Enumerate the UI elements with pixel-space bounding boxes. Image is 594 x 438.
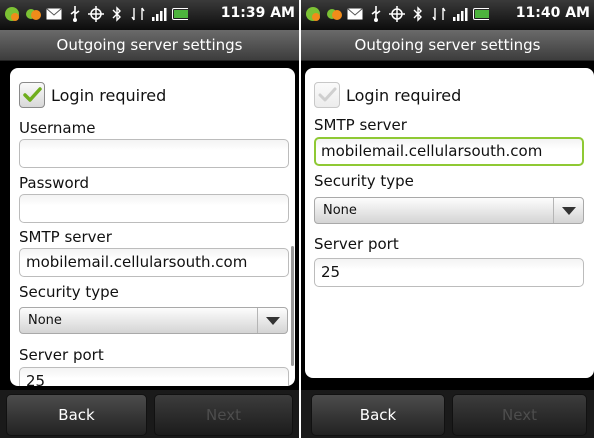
signal-icon [452, 6, 468, 22]
screen-login-not-required: 11:40 AM Outgoing server settings Login … [301, 0, 594, 438]
scrollbar[interactable] [291, 246, 294, 366]
gps-icon [389, 6, 405, 22]
server-port-label: Server port [314, 235, 399, 253]
mail-icon [347, 6, 363, 22]
data-ev-icon [130, 6, 146, 22]
bluetooth-icon [410, 6, 426, 22]
smtp-server-label: SMTP server [314, 116, 407, 134]
status-time: 11:39 AM [220, 5, 295, 21]
usb-icon [368, 6, 384, 22]
data-ev-icon [431, 6, 447, 22]
security-type-value: None [323, 203, 357, 218]
password-label: Password [19, 174, 90, 192]
smtp-server-field[interactable]: mobilemail.cellularsouth.com [19, 248, 289, 277]
security-type-label: Security type [19, 283, 119, 301]
username-label: Username [19, 119, 96, 137]
server-port-field[interactable]: 25 [19, 367, 289, 386]
chevron-down-icon [266, 317, 280, 325]
login-required-label: Login required [346, 85, 462, 105]
settings-form: Login required Username Password SMTP se… [10, 68, 295, 386]
password-field[interactable] [19, 194, 289, 223]
login-required-row[interactable]: Login required [19, 82, 166, 108]
status-bar: 11:40 AM [301, 0, 594, 30]
button-bar: Back Next [301, 390, 594, 438]
notification-badge-icon [25, 6, 41, 22]
next-button[interactable]: Next [154, 394, 293, 436]
next-button[interactable]: Next [452, 394, 587, 436]
back-button[interactable]: Back [311, 394, 445, 436]
mail-icon [46, 6, 62, 22]
battery-icon [473, 6, 489, 22]
status-bar: 11:39 AM [0, 0, 299, 30]
server-port-label: Server port [19, 346, 104, 364]
login-required-row[interactable]: Login required [314, 82, 461, 108]
server-port-field[interactable]: 25 [314, 258, 584, 287]
security-type-label: Security type [314, 172, 414, 190]
button-bar: Back Next [0, 390, 299, 438]
usb-icon [67, 6, 83, 22]
chevron-down-icon [562, 207, 576, 215]
title-bar: Outgoing server settings [0, 30, 299, 61]
battery-icon [172, 6, 188, 22]
settings-form: Login required SMTP server mobilemail.ce… [305, 68, 594, 378]
screen-login-required: 11:39 AM Outgoing server settings Login … [0, 0, 299, 438]
login-required-checkbox[interactable] [19, 82, 45, 108]
checkmark-icon [23, 87, 42, 102]
status-time: 11:40 AM [515, 5, 590, 21]
app-badge-icon [305, 6, 321, 22]
bluetooth-icon [109, 6, 125, 22]
back-button[interactable]: Back [6, 394, 147, 436]
app-badge-icon [4, 6, 20, 22]
smtp-server-label: SMTP server [19, 228, 112, 246]
security-type-select[interactable]: None [19, 307, 288, 334]
title-bar: Outgoing server settings [301, 30, 594, 61]
smtp-server-field[interactable]: mobilemail.cellularsouth.com [314, 137, 584, 166]
notification-badge-icon [326, 6, 342, 22]
signal-icon [151, 6, 167, 22]
security-type-value: None [28, 313, 62, 328]
username-field[interactable] [19, 139, 289, 168]
checkmark-icon [318, 87, 337, 102]
login-required-checkbox[interactable] [314, 82, 340, 108]
login-required-label: Login required [51, 85, 167, 105]
gps-icon [88, 6, 104, 22]
security-type-select[interactable]: None [314, 197, 584, 224]
